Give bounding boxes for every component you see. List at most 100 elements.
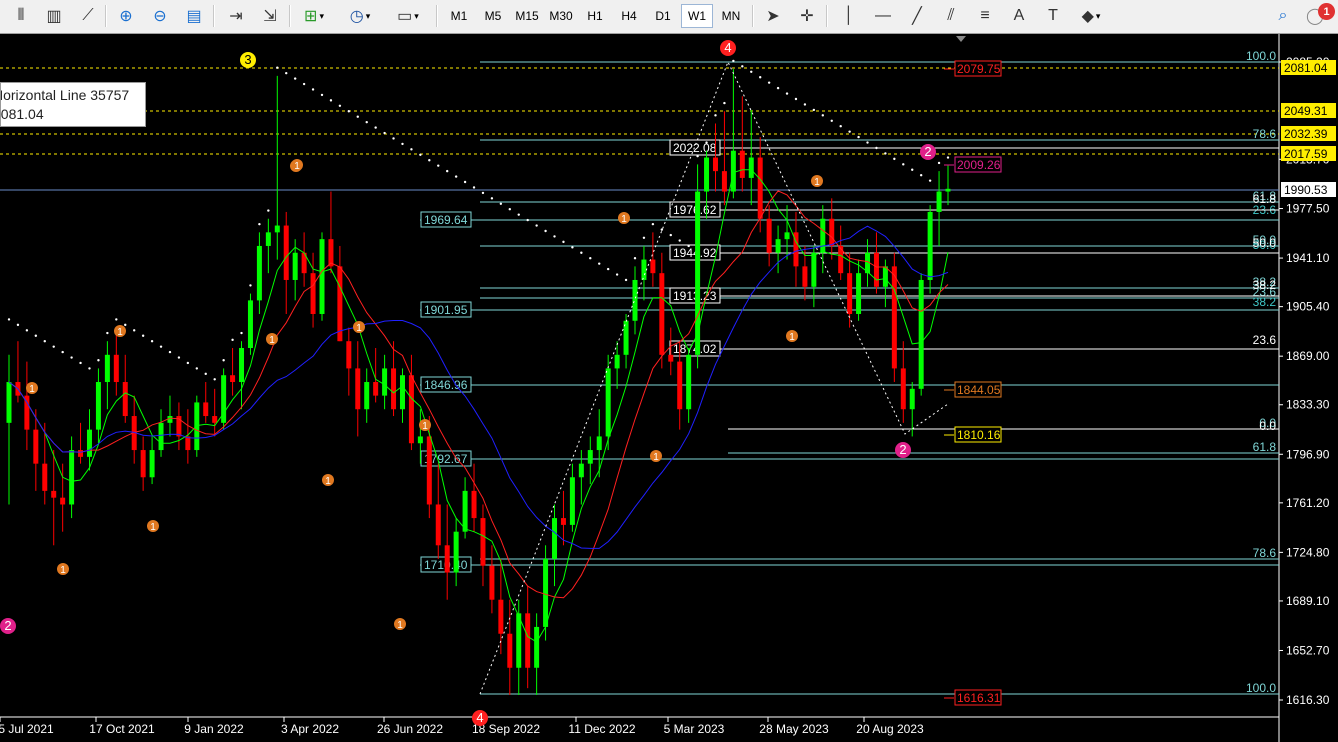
mid-ma-line xyxy=(8,190,949,599)
candle-body xyxy=(42,463,48,491)
trendline-icon[interactable]: ╱ xyxy=(904,4,930,28)
periods-clock-icon[interactable]: ◷ ▾ xyxy=(343,4,377,28)
price-tick-label: 1616.30 xyxy=(1286,693,1330,707)
candle-body xyxy=(462,490,468,532)
candlestick-chart-icon[interactable]: ▥ xyxy=(41,4,67,28)
candle-body xyxy=(51,490,57,498)
line-chart-icon[interactable]: ⟋ xyxy=(75,4,101,28)
wave-sub-marker-text: 1 xyxy=(117,327,123,338)
sar-dot xyxy=(186,361,190,365)
timeframe-d1-button[interactable]: D1 xyxy=(647,4,679,28)
candle-body xyxy=(328,239,334,267)
sar-dot xyxy=(821,114,824,117)
boxed-price-label: 1844.05 xyxy=(957,383,1001,397)
fib-price-label: 1944.92 xyxy=(673,246,717,260)
sar-dot xyxy=(893,157,896,161)
horizontal-line-icon[interactable]: — xyxy=(870,4,896,28)
sar-dot xyxy=(356,115,359,118)
timeframe-h4-button[interactable]: H4 xyxy=(613,4,645,28)
sar-dot xyxy=(204,372,207,376)
sar-dot xyxy=(231,338,234,342)
candle-body xyxy=(873,252,879,287)
candle-body xyxy=(891,266,897,369)
sar-dot xyxy=(43,340,46,343)
sar-dot xyxy=(70,356,73,359)
candle-body xyxy=(668,354,674,362)
timeframe-w1-button[interactable]: W1 xyxy=(681,4,713,28)
fib-price-label: 2022.08 xyxy=(673,141,717,155)
search-icon[interactable]: ⌕ xyxy=(1270,4,1296,28)
candle-body xyxy=(319,239,325,314)
chart-shift-marker[interactable] xyxy=(956,36,966,42)
notification-count-badge[interactable]: 1 xyxy=(1318,3,1335,20)
sar-dot xyxy=(329,99,333,102)
candle-body xyxy=(426,436,432,505)
sar-dot xyxy=(598,262,601,265)
timeframe-mn-button[interactable]: MN xyxy=(715,4,747,28)
candle-body xyxy=(516,613,522,668)
sar-dot xyxy=(419,153,422,156)
sar-dot xyxy=(410,148,413,151)
timeframe-m1-button[interactable]: M1 xyxy=(443,4,475,28)
sar-dot xyxy=(34,334,38,337)
timeframe-h1-button[interactable]: H1 xyxy=(579,4,611,28)
sar-dot xyxy=(553,235,556,238)
wave-label-text: 2 xyxy=(899,442,906,457)
vertical-line-icon[interactable]: │ xyxy=(836,4,862,28)
fib-level-label: 78.6 xyxy=(1253,127,1277,141)
bar-chart-icon[interactable]: ⫴ xyxy=(8,4,34,28)
sar-dot xyxy=(803,103,807,106)
equidistant-channel-icon[interactable]: ⫽ xyxy=(938,4,964,28)
candle-body xyxy=(489,565,495,600)
cursor-icon[interactable]: ➤ xyxy=(760,4,786,28)
sar-dot xyxy=(589,257,592,260)
candle-body xyxy=(525,613,531,668)
wave-sub-marker-text: 1 xyxy=(325,476,331,487)
wave-sub-marker-text: 1 xyxy=(294,161,300,172)
toolbar-separator xyxy=(436,5,438,27)
chart-shift-icon[interactable]: ⇥ xyxy=(223,4,249,28)
fib-level-label: 78.6 xyxy=(1253,546,1277,560)
timeframe-m30-button[interactable]: M30 xyxy=(545,4,577,28)
price-tag-label: 2081.04 xyxy=(1284,61,1328,75)
wave-sub-marker-text: 1 xyxy=(269,335,275,346)
sar-dot xyxy=(311,88,315,91)
sar-dot xyxy=(267,209,270,212)
tile-windows-icon[interactable]: ▤ xyxy=(181,4,207,28)
sar-dot xyxy=(347,110,351,113)
sar-dot xyxy=(133,329,136,332)
candle-body xyxy=(498,599,504,634)
candle-body xyxy=(686,354,692,410)
candle-body xyxy=(748,157,754,178)
zoom-out-icon[interactable]: ⊖ xyxy=(147,4,173,28)
wave-sub-marker-text: 1 xyxy=(422,421,428,432)
price-tag-label: 2032.39 xyxy=(1284,127,1328,141)
text-label-icon[interactable]: T xyxy=(1040,4,1066,28)
chevron-down-icon: ▾ xyxy=(365,10,371,21)
sar-dot xyxy=(195,367,198,370)
timeframe-m15-button[interactable]: M15 xyxy=(511,4,543,28)
text-icon[interactable]: A xyxy=(1006,4,1032,28)
sar-dot xyxy=(633,257,637,260)
wave-label-text: 2 xyxy=(4,618,11,633)
candle-body xyxy=(86,429,92,457)
chevron-down-icon: ▾ xyxy=(1095,10,1101,21)
sar-dot xyxy=(911,168,914,171)
fibonacci-icon[interactable]: ≡ xyxy=(972,4,998,28)
candle-body xyxy=(60,497,66,505)
candle-body xyxy=(444,545,450,573)
zoom-in-icon[interactable]: ⊕ xyxy=(113,4,139,28)
add-indicator-icon[interactable]: ⊞ ▾ xyxy=(297,4,331,28)
sar-dot xyxy=(794,97,798,101)
price-chart[interactable]: 2085.202013.701977.501941.101905.401869.… xyxy=(0,34,1338,742)
timeframe-m5-button[interactable]: M5 xyxy=(477,4,509,28)
shapes-icon[interactable]: ◆ ▾ xyxy=(1074,4,1108,28)
time-tick-label: 17 Oct 2021 xyxy=(89,722,155,736)
candle-body xyxy=(712,157,718,172)
templates-icon[interactable]: ▭ ▾ xyxy=(391,4,425,28)
autoscroll-icon[interactable]: ⇲ xyxy=(257,4,283,28)
price-tag-label: 2017.59 xyxy=(1284,147,1328,161)
crosshair-icon[interactable]: ✛ xyxy=(794,4,820,28)
sar-dot xyxy=(141,334,145,337)
candle-body xyxy=(158,422,164,451)
